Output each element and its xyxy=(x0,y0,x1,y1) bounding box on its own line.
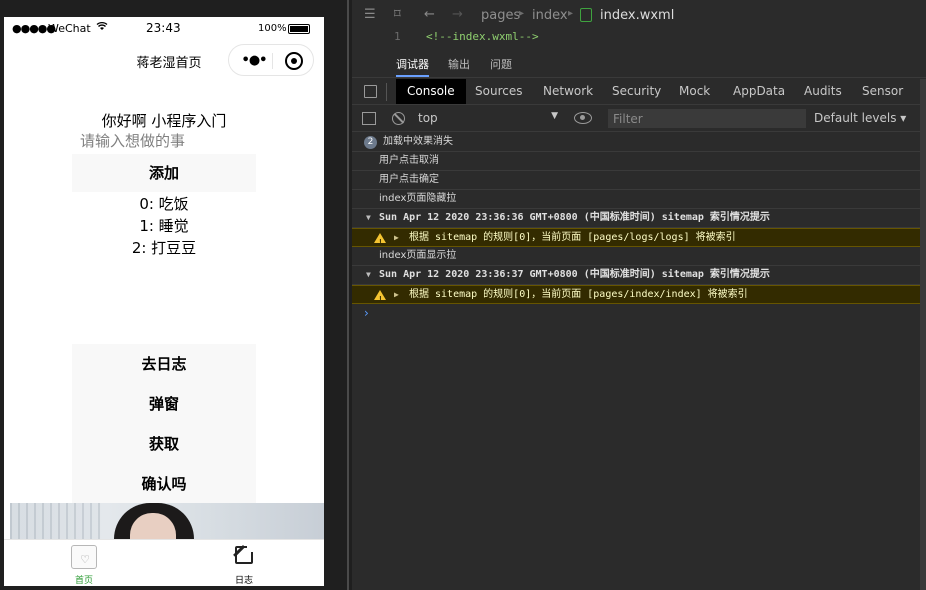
page-title: 蒋老湿首页 xyxy=(136,56,202,71)
wifi-icon xyxy=(96,21,108,34)
tab-mock[interactable]: Mock xyxy=(679,84,710,98)
console-line: index页面隐藏拉 xyxy=(352,190,926,209)
todo-list: 0: 吃饭 1: 睡觉 2: 打豆豆 xyxy=(4,193,324,259)
tab-console[interactable]: Console xyxy=(396,79,466,104)
back-icon[interactable]: ← xyxy=(424,7,435,22)
tab-debugger[interactable]: 调试器 xyxy=(396,56,429,77)
status-bar: ●●●●● WeChat 23:43 100% xyxy=(4,17,324,41)
phone-screen: ●●●●● WeChat 23:43 100% 蒋老湿首页 •●• 你好啊 小程… xyxy=(4,17,324,586)
warning-icon xyxy=(374,233,386,252)
more-icon[interactable]: •●• xyxy=(239,53,269,68)
console-line: 用户点击取消 xyxy=(352,152,926,171)
popup-button[interactable]: 弹窗 xyxy=(72,384,256,424)
list-item: 2: 打豆豆 xyxy=(131,239,197,257)
list-icon[interactable]: ☰ xyxy=(364,7,376,22)
bookmark-icon[interactable]: ⌑ xyxy=(394,7,401,22)
action-buttons: 去日志 弹窗 获取 确认吗 xyxy=(72,344,256,504)
menu-capsule: •●• xyxy=(228,44,314,76)
carrier-label: WeChat xyxy=(48,22,91,35)
expand-arrow-icon[interactable]: ▼ xyxy=(366,266,371,284)
tab-sensor[interactable]: Sensor xyxy=(862,84,903,98)
list-item: 1: 睡觉 xyxy=(139,217,189,235)
breadcrumb-separator: ▸ xyxy=(568,8,574,19)
tab-security[interactable]: Security xyxy=(612,84,661,98)
tab-home[interactable]: ♡ 首页 xyxy=(4,540,164,586)
chevron-down-icon: ▼ xyxy=(551,111,558,121)
greeting-text: 你好啊 小程序入门 xyxy=(101,112,227,130)
console-line: 2 加载中效果消失 xyxy=(352,133,926,152)
banner-image xyxy=(10,503,324,539)
breadcrumb-item[interactable]: pages xyxy=(481,8,520,23)
tab-label: 首页 xyxy=(74,576,93,586)
console-toolbar: top ▼ Default levels ▾ xyxy=(352,106,926,132)
scrollbar[interactable] xyxy=(920,79,926,590)
log-levels-dropdown[interactable]: Default levels ▾ xyxy=(814,111,906,125)
battery-icon xyxy=(288,24,310,34)
home-icon: ♡ xyxy=(71,545,97,569)
tab-output[interactable]: 输出 xyxy=(448,56,470,72)
tab-sources[interactable]: Sources xyxy=(475,84,522,98)
console-warning[interactable]: ▶ 根据 sitemap 的规则[0]，当前页面 [pages/logs/log… xyxy=(352,228,926,252)
filter-input[interactable] xyxy=(608,109,806,128)
capsule-divider xyxy=(272,53,273,69)
tab-log[interactable]: 日志 xyxy=(164,540,324,586)
console-output[interactable]: 2 加载中效果消失 用户点击取消 用户点击确定 index页面隐藏拉 ▼ Sun… xyxy=(352,133,926,590)
tab-appdata[interactable]: AppData xyxy=(733,84,785,98)
code-text: <!--index.wxml--> xyxy=(426,30,539,43)
expand-arrow-icon[interactable]: ▼ xyxy=(366,209,371,227)
expand-arrow-icon[interactable]: ▶ xyxy=(394,229,399,247)
clear-console-icon[interactable] xyxy=(392,112,405,125)
warning-icon xyxy=(374,290,386,309)
file-name[interactable]: index.wxml xyxy=(600,8,674,23)
console-group[interactable]: ▼ Sun Apr 12 2020 23:36:36 GMT+0800 (中国标… xyxy=(352,209,926,228)
console-group[interactable]: ▼ Sun Apr 12 2020 23:36:37 GMT+0800 (中国标… xyxy=(352,266,926,285)
tab-network[interactable]: Network xyxy=(543,84,593,98)
edit-icon xyxy=(235,544,255,564)
breadcrumb-item[interactable]: index xyxy=(532,8,568,23)
sidebar-toggle-icon[interactable] xyxy=(362,112,376,125)
go-log-button[interactable]: 去日志 xyxy=(72,344,256,384)
add-button[interactable]: 添加 xyxy=(72,154,256,192)
tab-audits[interactable]: Audits xyxy=(804,84,842,98)
forward-icon[interactable]: → xyxy=(452,7,463,22)
close-icon[interactable] xyxy=(285,52,303,70)
panel-tabs: 调试器 输出 问题 xyxy=(352,48,926,78)
console-line: 用户点击确定 xyxy=(352,171,926,190)
fetch-button[interactable]: 获取 xyxy=(72,424,256,464)
wxml-file-icon xyxy=(580,8,592,22)
tab-label: 日志 xyxy=(234,576,253,586)
code-editor[interactable]: 1 <!--index.wxml--> xyxy=(352,30,926,46)
status-time: 23:43 xyxy=(146,21,181,35)
breadcrumb-separator: ▸ xyxy=(519,8,525,19)
todo-input[interactable] xyxy=(80,131,260,151)
inspect-icon[interactable] xyxy=(364,85,377,98)
repeat-count-badge: 2 xyxy=(364,136,377,149)
panel-splitter[interactable] xyxy=(343,0,352,590)
editor-breadcrumb: ☰ ⌑ ← → pages ▸ index ▸ index.wxml xyxy=(352,0,926,30)
tab-bar: ♡ 首页 日志 xyxy=(4,539,324,586)
tab-problems[interactable]: 问题 xyxy=(490,56,512,72)
eye-icon[interactable] xyxy=(574,112,592,124)
console-warning[interactable]: ▶ 根据 sitemap 的规则[0]，当前页面 [pages/index/in… xyxy=(352,285,926,309)
confirm-button[interactable]: 确认吗 xyxy=(72,464,256,504)
devtools-panel: ☰ ⌑ ← → pages ▸ index ▸ index.wxml 1 <!-… xyxy=(352,0,926,590)
battery-percent: 100% xyxy=(258,23,287,34)
expand-arrow-icon[interactable]: ▶ xyxy=(394,286,399,304)
list-item: 0: 吃饭 xyxy=(139,195,189,213)
ide-window: ●●●●● WeChat 23:43 100% 蒋老湿首页 •●• 你好啊 小程… xyxy=(0,0,926,590)
console-line: index页面显示拉 xyxy=(352,247,926,266)
console-prompt[interactable]: › xyxy=(364,306,369,320)
line-number: 1 xyxy=(394,30,401,43)
context-select[interactable]: top ▼ xyxy=(418,111,558,127)
devtools-tabs: Console Sources Network Security Mock Ap… xyxy=(352,79,926,105)
